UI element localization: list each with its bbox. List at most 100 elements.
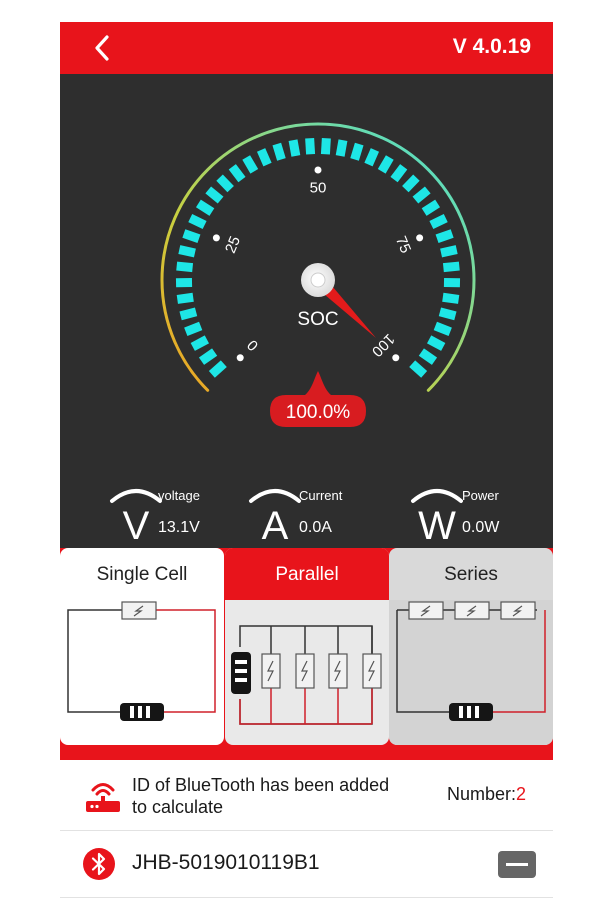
gauge-segment	[242, 155, 259, 174]
device-count-value: 2	[515, 784, 526, 804]
tab-parallel[interactable]: Parallel	[225, 548, 389, 745]
cell-icon	[261, 653, 281, 689]
gauge-tick-label: 75	[392, 234, 414, 256]
tab-single-cell-label: Single Cell	[96, 564, 188, 585]
cell-icon	[408, 601, 444, 620]
gauge-center-label: SOC	[297, 309, 338, 330]
router-icon	[86, 783, 120, 812]
svg-text:W: W	[418, 504, 456, 543]
top-bar: V 4.0.19	[60, 22, 553, 74]
gauge-segment	[377, 155, 394, 174]
gauge-segment	[179, 307, 198, 321]
gauge-segment	[350, 142, 364, 161]
connection-mode-selector: Single Cell Parallel Series	[60, 548, 553, 760]
soc-readout: 100.0%	[286, 402, 351, 423]
battery-icon	[449, 703, 493, 721]
voltage-value: 13.1V	[158, 519, 200, 536]
battery-icon	[120, 703, 164, 721]
gauge-tick-dot	[236, 354, 244, 362]
gauge-segment	[320, 137, 331, 155]
gauge-segment	[208, 360, 227, 378]
tab-single-cell[interactable]: Single Cell	[60, 548, 224, 745]
gauge-segment	[409, 360, 428, 378]
gauge-segment	[176, 261, 194, 273]
device-count-label: Number:	[446, 784, 516, 804]
power-value: 0.0W	[462, 519, 500, 536]
gauge-tick-label: 50	[310, 180, 327, 197]
gauge-tick-dot	[212, 234, 220, 242]
gauge-segment	[228, 164, 246, 183]
gauge-tick-label: 0	[244, 336, 262, 354]
gauge-segment	[421, 199, 441, 216]
current-label: Current	[299, 488, 343, 503]
svg-text:A: A	[262, 504, 289, 543]
device-name: JHB-5019010119B1	[132, 851, 320, 874]
gauge-tick-dot	[392, 354, 400, 362]
current-metric: A Current 0.0A	[247, 483, 387, 553]
gauge-tick-dot	[314, 166, 322, 174]
tab-series[interactable]: Series	[389, 548, 553, 745]
bluetooth-icon	[83, 848, 115, 880]
gauge-segment	[195, 199, 215, 216]
cell-icon	[362, 653, 382, 689]
gauge-segment	[364, 148, 380, 167]
gauge-hub-inner	[310, 272, 326, 288]
svg-text:V: V	[123, 504, 150, 543]
gauge-segment	[198, 348, 218, 365]
gauge-segment	[256, 148, 272, 167]
gauge-segment	[435, 229, 454, 243]
gauge-tick-label: 25	[222, 234, 244, 256]
back-button[interactable]	[90, 32, 120, 64]
single-cell-diagram	[67, 601, 216, 721]
dashboard-panel: 0 25 50 75 100 SOC 100.0% V voltage 13.1V A …	[60, 74, 553, 571]
gauge-segment	[178, 245, 196, 258]
back-chevron-icon	[95, 35, 109, 61]
gauge-segment	[190, 335, 209, 351]
gauge-segment	[440, 245, 458, 258]
gauge-segment	[335, 139, 348, 157]
gauge-segment	[390, 164, 408, 183]
gauge-segment	[433, 321, 452, 336]
gauge-segment	[442, 292, 460, 304]
tab-parallel-label: Parallel	[225, 548, 389, 600]
battery-icon	[231, 652, 251, 694]
gauge-segment	[412, 186, 431, 204]
series-diagram	[396, 601, 546, 721]
voltage-metric: V voltage 13.1V	[108, 483, 248, 553]
gauge-segment	[176, 292, 194, 304]
gauge-segment	[429, 213, 448, 230]
gauge-segment	[438, 307, 457, 321]
bluetooth-status-row: ID of BlueTooth has been added to calcul…	[60, 760, 553, 831]
power-metric: W Power 0.0W	[409, 483, 549, 553]
cell-icon	[454, 601, 490, 620]
app-version: V 4.0.19	[452, 35, 531, 58]
gauge-segment	[205, 186, 224, 204]
tab-series-label: Series	[444, 564, 498, 585]
gauge-segment	[442, 261, 460, 273]
cell-icon	[500, 601, 536, 620]
device-list-item[interactable]: JHB-5019010119B1	[60, 831, 553, 898]
parallel-diagram	[231, 625, 382, 725]
power-label: Power	[462, 488, 499, 503]
cell-icon	[328, 653, 348, 689]
voltage-label: voltage	[158, 488, 200, 503]
gauge-segment	[272, 142, 286, 161]
app-screen: V 4.0.19 0 25 50 75 100 SOC 100.0% V vol…	[60, 22, 553, 900]
remove-device-button[interactable]	[498, 851, 536, 878]
bluetooth-message: ID of BlueTooth has been added to calcul…	[132, 775, 390, 817]
gauge-segment	[184, 321, 203, 336]
power-icon: W	[411, 489, 463, 543]
gauge-segment	[418, 348, 438, 365]
gauge-segment	[288, 139, 301, 157]
gauge-segment	[305, 137, 316, 155]
current-value: 0.0A	[299, 519, 332, 536]
gauge-segment	[216, 174, 234, 193]
gauge-segment	[427, 335, 446, 351]
gauge-outer-arc	[160, 122, 476, 392]
current-icon: A	[249, 489, 301, 543]
gauge-segment	[182, 229, 201, 243]
gauge-segments	[175, 137, 461, 378]
gauge-segment	[402, 174, 420, 193]
gauge-tick-dot	[416, 234, 424, 242]
cell-icon	[121, 601, 157, 620]
